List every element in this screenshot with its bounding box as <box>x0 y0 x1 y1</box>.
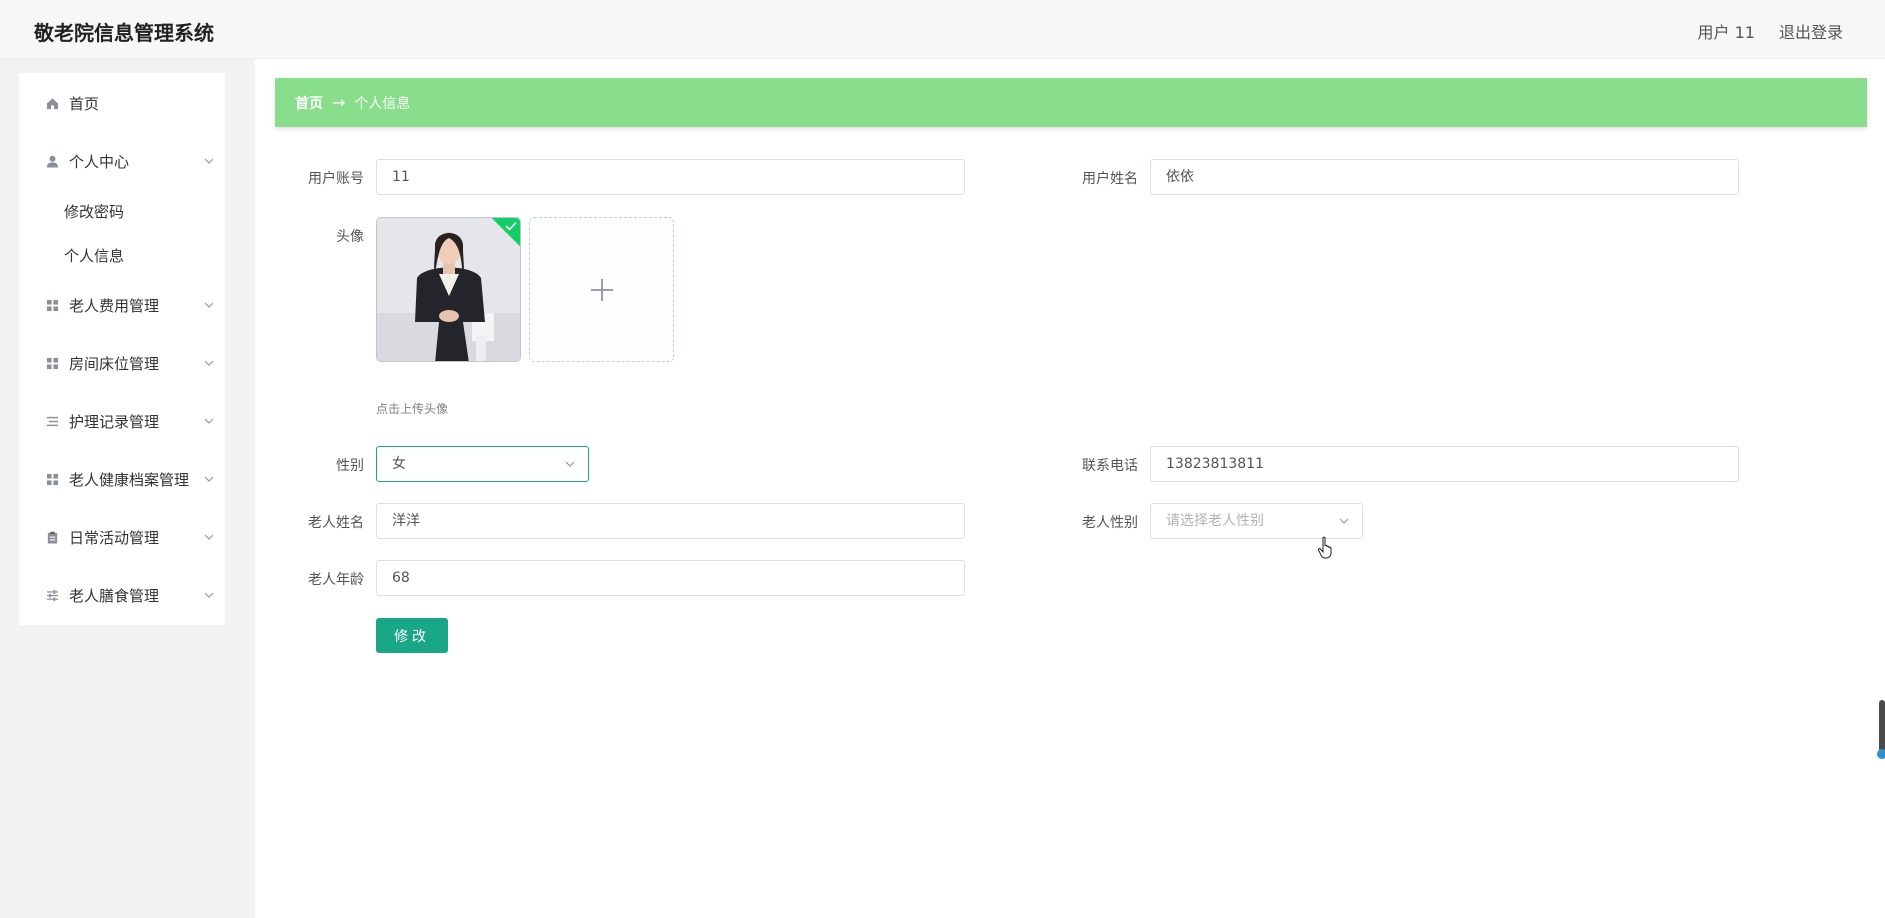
gender-value: 女 <box>392 456 406 472</box>
chevron-down-icon <box>204 360 214 366</box>
chevron-down-icon <box>204 302 214 308</box>
elder-gender-select[interactable]: 请选择老人性别 <box>1150 503 1363 539</box>
name-label: 用户姓名 <box>1082 171 1138 187</box>
sidebar-item-label: 老人膳食管理 <box>69 586 160 605</box>
avatar-upload-hint: 点击上传头像 <box>376 402 449 416</box>
grid-icon <box>45 472 59 486</box>
elder-age-label: 老人年龄 <box>308 572 364 588</box>
sidebar-subitem-change-password[interactable]: 修改密码 <box>64 201 124 222</box>
sidebar-item-label: 个人中心 <box>69 152 130 171</box>
plus-icon <box>590 278 613 301</box>
user-icon <box>45 154 59 168</box>
elder-age-value: 68 <box>392 570 410 586</box>
chevron-down-icon <box>204 592 214 598</box>
chevron-down-icon <box>204 476 214 482</box>
avatar-portrait <box>377 218 520 361</box>
sidebar-item-label: 首页 <box>69 94 100 113</box>
app-title: 敬老院信息管理系统 <box>34 21 214 45</box>
sliders-icon <box>45 588 59 602</box>
sidebar-item-daily-activities[interactable]: 日常活动管理 <box>19 517 225 557</box>
phone-input[interactable]: 13823813811 <box>1150 446 1739 482</box>
grid-icon <box>45 298 59 312</box>
chevron-down-icon <box>1339 518 1349 524</box>
sidebar-item-label: 老人费用管理 <box>69 296 160 315</box>
sidebar-item-home[interactable]: 首页 <box>19 83 225 123</box>
sidebar-item-personal-center[interactable]: 个人中心 <box>19 141 225 181</box>
sidebar-subitem-personal-info[interactable]: 个人信息 <box>64 245 124 266</box>
sidebar-item-nursing-records[interactable]: 护理记录管理 <box>19 401 225 441</box>
sidebar-menu: 首页 个人中心 修改密码 个人信息 老人费用管理 房间床位管理 护理记录管理 老… <box>19 73 225 625</box>
account-value: 11 <box>392 169 410 185</box>
name-input[interactable]: 依依 <box>1150 159 1739 195</box>
account-input[interactable]: 11 <box>376 159 965 195</box>
account-label: 用户账号 <box>308 171 364 187</box>
elder-gender-label: 老人性别 <box>1082 515 1138 531</box>
breadcrumb-current: 个人信息 <box>354 95 411 112</box>
sidebar-item-elder-meals[interactable]: 老人膳食管理 <box>19 575 225 615</box>
sidebar-item-label: 老人健康档案管理 <box>69 470 190 489</box>
breadcrumb-home[interactable]: 首页 <box>295 93 323 113</box>
elder-name-value: 洋洋 <box>392 513 420 529</box>
elder-name-input[interactable]: 洋洋 <box>376 503 965 539</box>
header-actions: 用户 11 退出登录 <box>1698 19 1843 43</box>
scroll-knob[interactable] <box>1877 749 1885 759</box>
current-user[interactable]: 用户 11 <box>1698 19 1755 43</box>
gender-label: 性别 <box>336 458 364 474</box>
grid-icon <box>45 356 59 370</box>
phone-label: 联系电话 <box>1082 458 1138 474</box>
top-header: 敬老院信息管理系统 用户 11 退出登录 <box>0 0 1885 59</box>
breadcrumb-separator: → <box>332 93 346 112</box>
chevron-down-icon <box>565 461 575 467</box>
avatar-label: 头像 <box>336 229 364 245</box>
hand-cursor-icon <box>1317 536 1332 559</box>
scrollbar-thumb[interactable] <box>1877 700 1885 759</box>
avatar-upload-button[interactable] <box>529 217 674 362</box>
chevron-down-icon <box>204 534 214 540</box>
gender-select[interactable]: 女 <box>376 446 589 482</box>
submit-button[interactable]: 修改 <box>376 618 448 653</box>
logout-link[interactable]: 退出登录 <box>1779 19 1843 43</box>
elder-gender-placeholder: 请选择老人性别 <box>1166 513 1264 529</box>
elder-name-label: 老人姓名 <box>308 515 364 531</box>
sidebar-item-elder-fees[interactable]: 老人费用管理 <box>19 285 225 325</box>
sidebar-item-label: 护理记录管理 <box>69 412 160 431</box>
chevron-down-icon <box>204 158 214 164</box>
sidebar-item-label: 房间床位管理 <box>69 354 160 373</box>
avatar-image[interactable] <box>376 217 521 362</box>
chevron-down-icon <box>204 418 214 424</box>
phone-value: 13823813811 <box>1166 456 1264 472</box>
home-icon <box>45 96 59 110</box>
list-icon <box>45 414 59 428</box>
clipboard-icon <box>45 530 59 544</box>
elder-age-input[interactable]: 68 <box>376 560 965 596</box>
sidebar-item-health-records[interactable]: 老人健康档案管理 <box>19 459 225 499</box>
name-value: 依依 <box>1166 169 1194 185</box>
sidebar-item-room-bed[interactable]: 房间床位管理 <box>19 343 225 383</box>
breadcrumb: 首页 → 个人信息 <box>275 78 1867 127</box>
check-icon <box>505 221 517 231</box>
sidebar-item-label: 日常活动管理 <box>69 528 160 547</box>
